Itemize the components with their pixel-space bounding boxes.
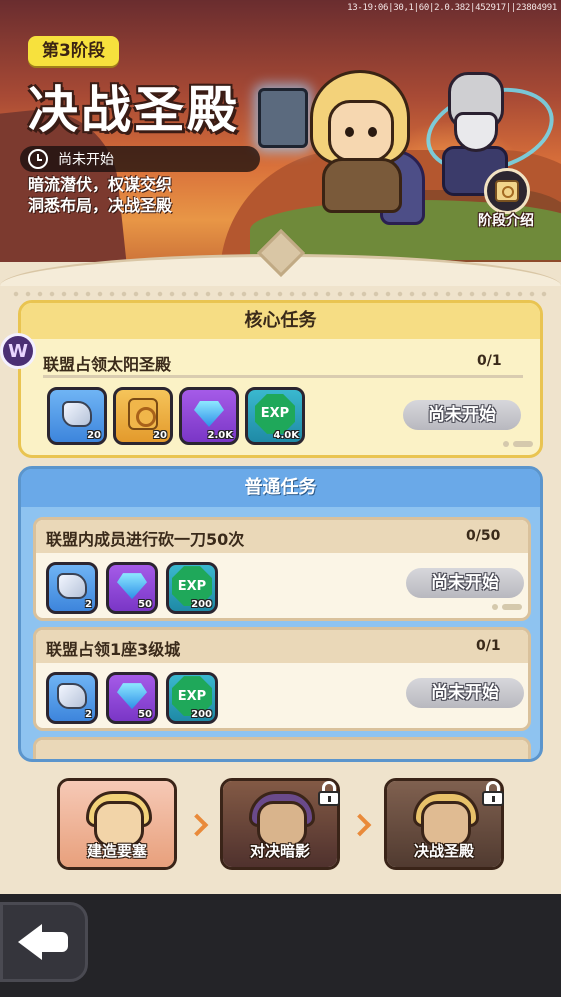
stage-card-build-fortress[interactable]: 建造要塞 — [57, 778, 177, 870]
normal-task-progress: 0/50 — [466, 528, 501, 544]
core-task-progress-bar — [43, 375, 523, 378]
stage-status: 尚未开始 — [20, 146, 260, 172]
normal-task-item: 联盟内成员进行砍一刀50次 0/50 2 50 EXP 200 尚未开始 — [33, 517, 531, 621]
ore-icon — [62, 400, 92, 427]
stage-card-label: 决战圣殿 — [413, 842, 474, 860]
panel-arch — [0, 228, 561, 296]
core-task-status-button[interactable]: 尚未开始 — [403, 400, 521, 430]
ore-icon — [57, 573, 87, 600]
core-task-header: 核心任务 — [21, 303, 540, 339]
reward-diamond[interactable]: 2.0K — [179, 387, 239, 445]
alliance-badge-icon: W — [0, 333, 36, 369]
normal-task-item-partial — [33, 737, 531, 759]
description-line-2: 洞悉布局，决战圣殿 — [28, 196, 173, 215]
reward-exp[interactable]: EXP 200 — [166, 672, 218, 724]
normal-task-item: 联盟占领1座3级城 0/1 2 50 EXP 200 尚未开始 — [33, 627, 531, 731]
panel-dots-divider — [10, 291, 550, 297]
stage-description: 暗流潜伏，权谋交织 洞悉布局，决战圣殿 — [28, 174, 172, 216]
stage-title: 决战圣殿 — [28, 81, 240, 139]
back-arrow-icon — [18, 924, 70, 960]
scroll-icon — [495, 180, 519, 202]
normal-task-name: 联盟内成员进行砍一刀50次 — [46, 530, 245, 549]
normal-task-name: 联盟占领1座3级城 — [46, 640, 181, 659]
scroll-indicator — [492, 604, 522, 610]
stage-card-label: 对决暗影 — [249, 842, 310, 860]
hero-character — [300, 70, 430, 225]
reward-scroll[interactable]: 20 — [113, 387, 173, 445]
reward-diamond[interactable]: 50 — [106, 562, 158, 614]
reward-diamond[interactable]: 50 — [106, 672, 158, 724]
stage-number-tag: 第3阶段 — [28, 36, 119, 66]
reward-ore[interactable]: 2 — [46, 672, 98, 724]
ore-icon — [57, 683, 87, 710]
reward-exp[interactable]: EXP 200 — [166, 562, 218, 614]
stage-intro-label[interactable]: 阶段介绍 — [478, 210, 534, 230]
core-task-name: 联盟占领太阳圣殿 — [43, 355, 172, 374]
normal-task-status-button[interactable]: 尚未开始 — [406, 678, 524, 708]
normal-task-header: 普通任务 — [21, 469, 540, 507]
reward-exp[interactable]: EXP 4.0K — [245, 387, 305, 445]
stopwatch-icon — [28, 149, 48, 169]
stage-intro-button[interactable] — [484, 168, 530, 214]
description-line-1: 暗流潜伏，权谋交织 — [28, 175, 173, 194]
back-button[interactable] — [0, 902, 88, 982]
stage-card-label: 建造要塞 — [86, 842, 147, 860]
normal-task-status-button[interactable]: 尚未开始 — [406, 568, 524, 598]
reward-ore[interactable]: 20 — [47, 387, 107, 445]
scroll-icon — [128, 397, 158, 430]
diamond-icon — [117, 573, 147, 600]
core-task-card: 核心任务 联盟占领太阳圣殿 0/1 20 20 2.0K EXP 4.0K 尚未… — [18, 300, 543, 458]
stage-status-text: 尚未开始 — [58, 152, 114, 168]
reward-ore[interactable]: 2 — [46, 562, 98, 614]
lock-icon — [481, 781, 505, 806]
diamond-icon — [194, 400, 224, 427]
core-task-progress: 0/1 — [477, 353, 502, 369]
normal-task-progress: 0/1 — [476, 638, 501, 654]
normal-task-card: 普通任务 联盟内成员进行砍一刀50次 0/50 2 50 EXP 200 尚未开… — [18, 466, 543, 762]
lock-icon — [317, 781, 341, 806]
exp-icon: EXP — [255, 393, 295, 434]
debug-info: 13-19:06|30,1|60|2.0.382|452917||2380499… — [347, 3, 557, 13]
diamond-icon — [117, 683, 147, 710]
scroll-indicator — [503, 441, 533, 447]
